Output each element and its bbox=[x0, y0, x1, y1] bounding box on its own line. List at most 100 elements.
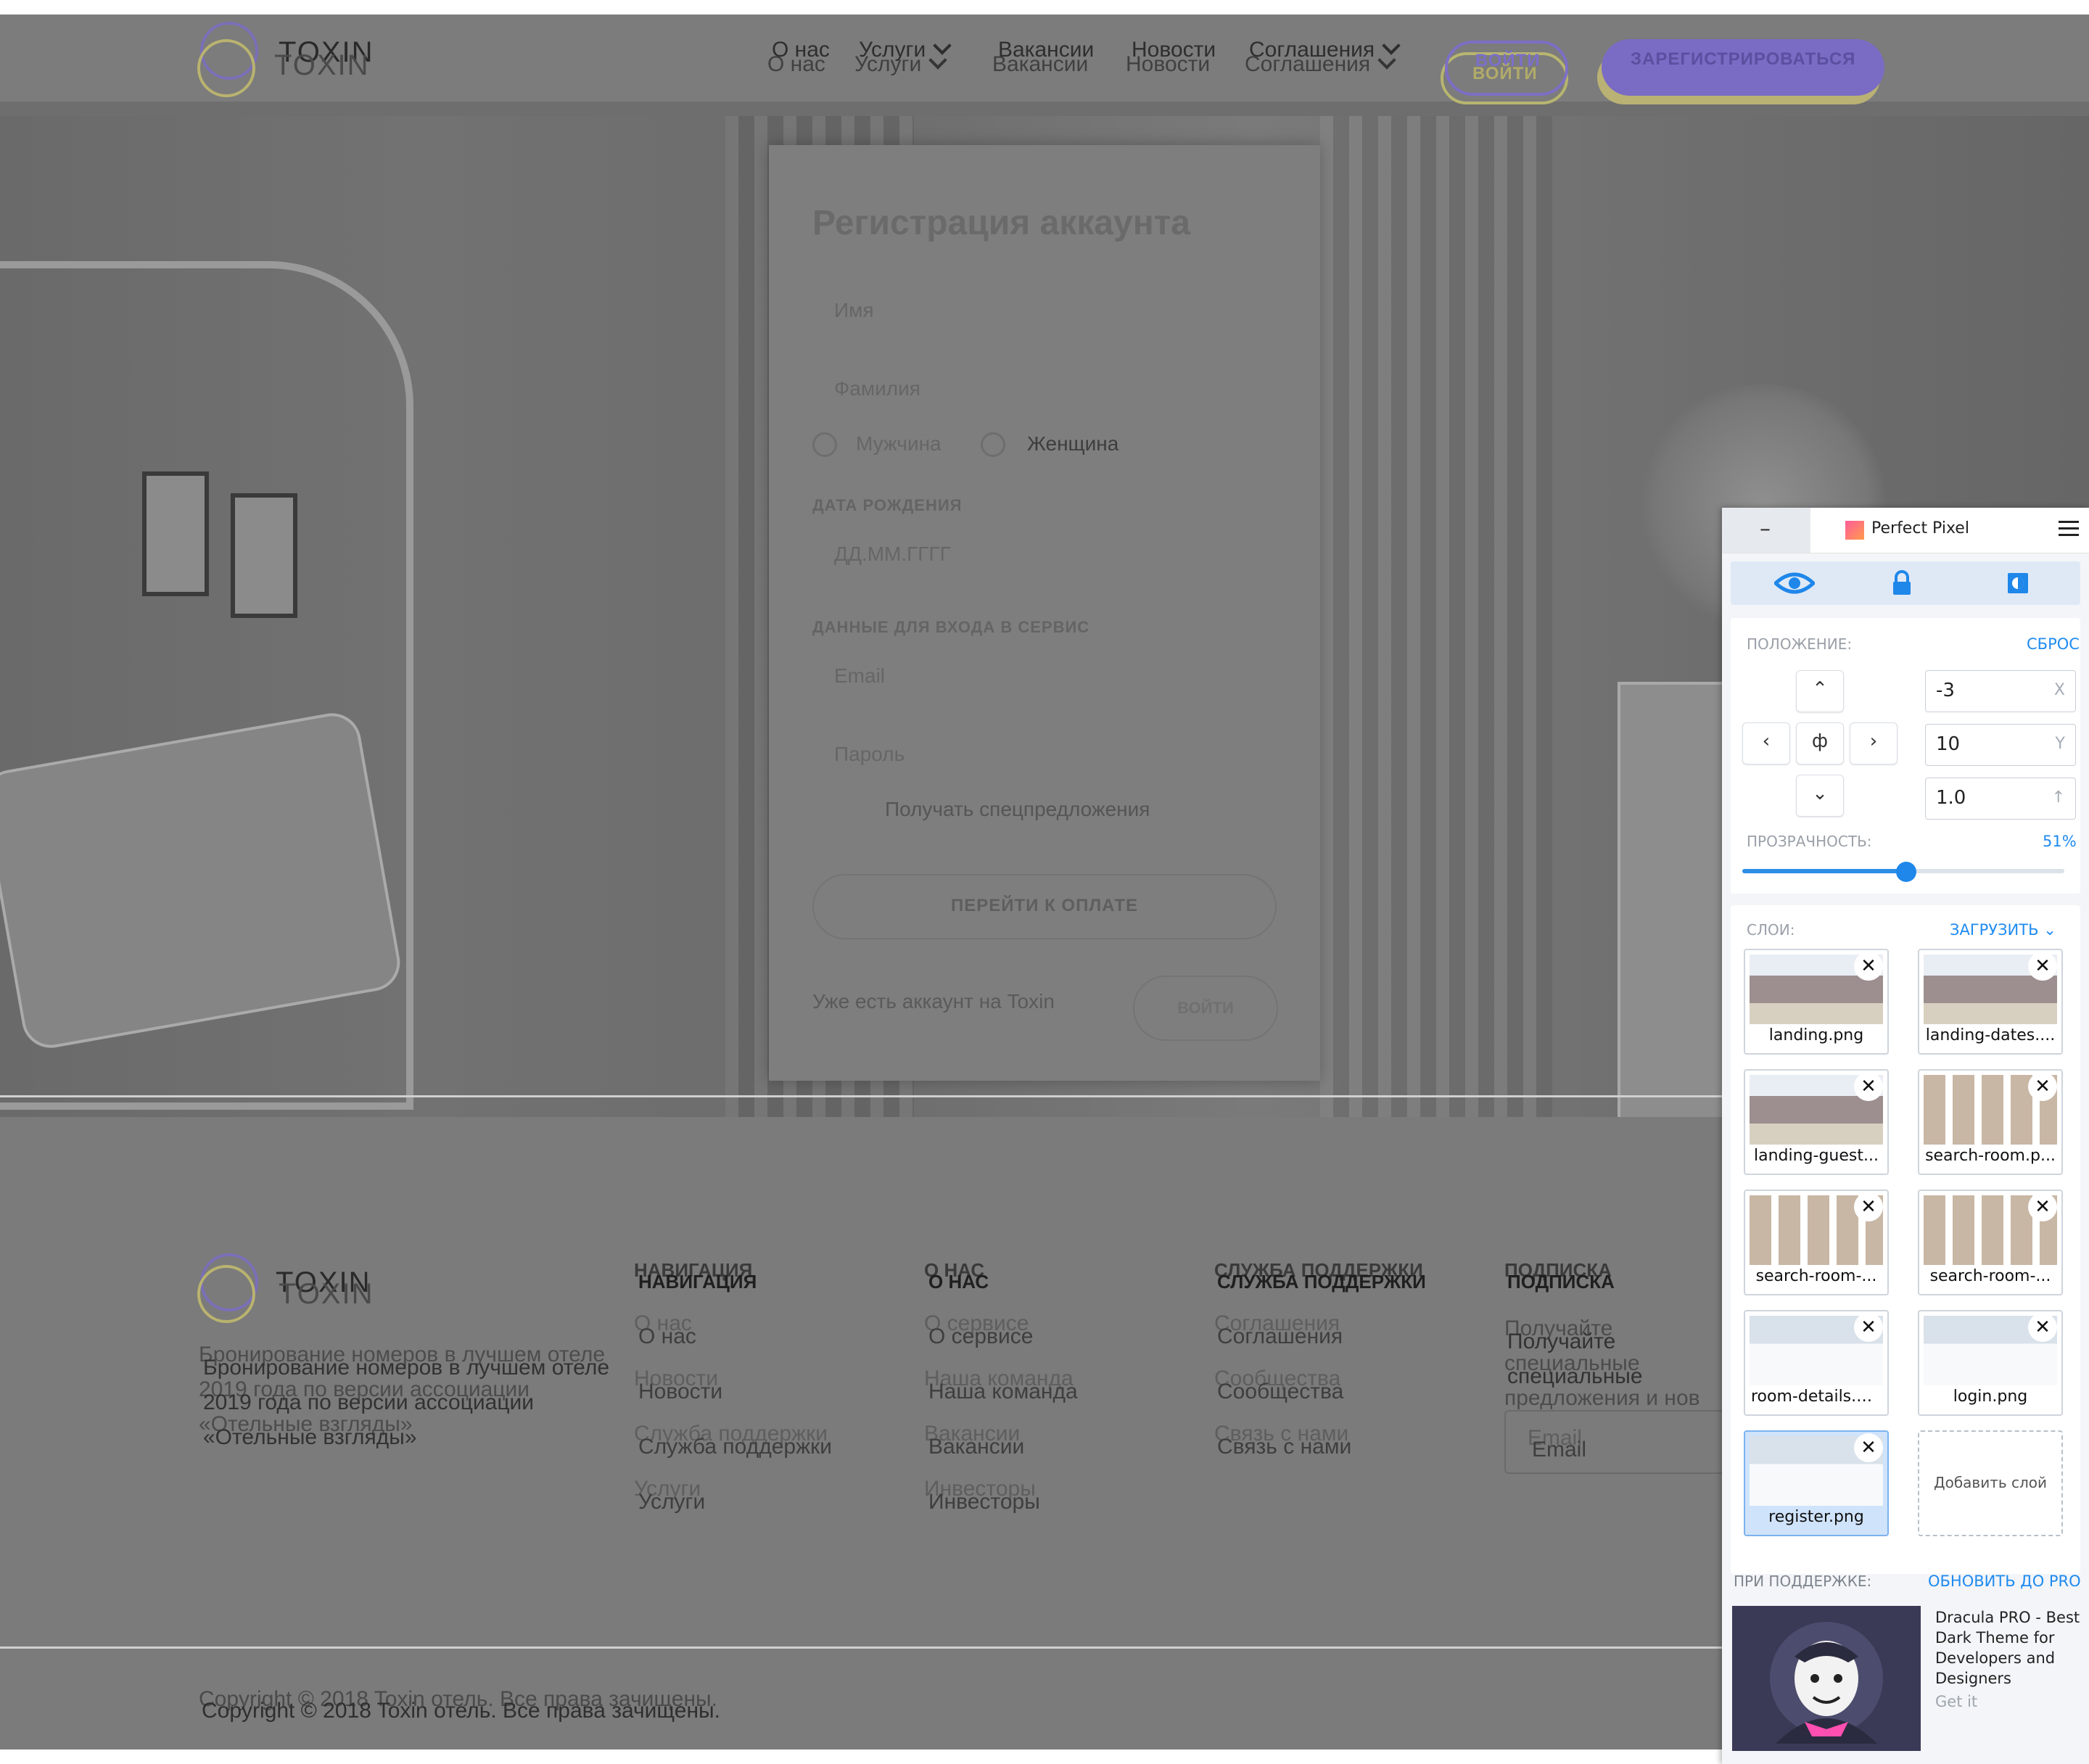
layer-card[interactable]: search-room-... ✕ bbox=[1918, 1190, 2063, 1295]
close-icon[interactable]: ✕ bbox=[1854, 1072, 1883, 1101]
layer-card-active[interactable]: register.png ✕ bbox=[1744, 1430, 1889, 1536]
chevron-down-icon bbox=[1377, 51, 1396, 70]
x-position-input[interactable]: -3 X bbox=[1925, 670, 2076, 712]
gender-female-label: Женщина bbox=[1027, 432, 1119, 455]
add-layer-button[interactable]: Добавить слой bbox=[1918, 1430, 2063, 1536]
footer-about-link[interactable]: О сервисе bbox=[928, 1324, 1033, 1349]
footer-nav-link[interactable]: О нас bbox=[638, 1324, 696, 1349]
top-strip bbox=[0, 0, 2089, 15]
wall-lamp-right bbox=[231, 493, 297, 618]
close-icon[interactable]: ✕ bbox=[2028, 952, 2057, 981]
nav-news-ghost: Новости bbox=[1126, 52, 1211, 76]
login-button-label-ghost: ВОЙТИ bbox=[1472, 64, 1538, 83]
pp-titlebar: – Perfect Pixel bbox=[1722, 508, 2089, 553]
site-header: TOXIN TOXIN О нас О нас Услуги Услуги Ва… bbox=[0, 15, 2089, 116]
footer-about-link[interactable]: Инвесторы bbox=[928, 1490, 1040, 1514]
upload-link[interactable]: ЗАГРУЗИТЬ ⌄ bbox=[1950, 921, 2056, 939]
y-value: 10 bbox=[1936, 733, 1961, 755]
close-icon[interactable]: ✕ bbox=[1854, 1313, 1883, 1342]
footer-support-link[interactable]: Сообщества bbox=[1217, 1380, 1343, 1404]
move-right-button[interactable]: › bbox=[1850, 722, 1898, 764]
opacity-label: ПРОЗРАЧНОСТЬ: bbox=[1747, 833, 1872, 850]
layer-card[interactable]: landing.png ✕ bbox=[1744, 949, 1889, 1055]
password-field[interactable]: Пароль bbox=[812, 727, 1277, 785]
dracula-icon bbox=[1770, 1622, 1883, 1744]
move-up-button[interactable]: ⌃ bbox=[1796, 670, 1844, 712]
move-left-button[interactable]: ‹ bbox=[1742, 722, 1790, 764]
move-down-button[interactable]: ⌄ bbox=[1796, 775, 1844, 817]
footer-about-link[interactable]: Наша команда bbox=[928, 1380, 1078, 1404]
add-layer-label: Добавить слой bbox=[1933, 1474, 2048, 1491]
sponsor-ad-image[interactable] bbox=[1732, 1606, 1921, 1751]
close-icon[interactable]: ✕ bbox=[2028, 1192, 2057, 1221]
login-section-label: ДАННЫЕ ДЛЯ ВХОДА В СЕРВИС bbox=[812, 618, 1090, 636]
card-login-button[interactable]: ВОЙТИ bbox=[1133, 976, 1278, 1041]
layer-card[interactable]: search-room-... ✕ bbox=[1744, 1190, 1889, 1295]
footer-support-link[interactable]: Соглашения bbox=[1217, 1324, 1343, 1349]
pp-minimize-button[interactable]: – bbox=[1722, 508, 1810, 553]
scale-value: 1.0 bbox=[1936, 787, 1966, 809]
copyright: Copyright © 2018 Toxin отель. Все права … bbox=[202, 1699, 720, 1723]
upload-label: ЗАГРУЗИТЬ bbox=[1950, 921, 2039, 939]
gender-female-radio[interactable] bbox=[981, 432, 1005, 457]
footer-nav-link[interactable]: Служба поддержки bbox=[638, 1435, 832, 1459]
nav-about-ghost: О нас bbox=[767, 52, 825, 76]
pp-brand: Perfect Pixel bbox=[1845, 519, 1969, 537]
layer-name: landing-guest... bbox=[1754, 1147, 1879, 1165]
sponsor-label: ПРИ ПОДДЕРЖКЕ: bbox=[1734, 1573, 1872, 1590]
footer-subscribe-text: Получайте специальные предложения и нов bbox=[1507, 1330, 1643, 1388]
close-icon[interactable]: ✕ bbox=[2028, 1072, 2057, 1101]
hamburger-menu-icon[interactable] bbox=[2059, 521, 2079, 538]
register-button[interactable]: ЗАРЕГИСТРИРОВАТЬСЯ ЗАРЕГИСТРИРОВАТЬСЯ bbox=[1602, 39, 1884, 96]
layer-card[interactable]: landing-guest... ✕ bbox=[1744, 1069, 1889, 1175]
sponsor-ad-cta[interactable]: Get it bbox=[1935, 1693, 1977, 1710]
chevron-down-icon bbox=[928, 51, 947, 70]
go-to-payment-button[interactable]: ПЕРЕЙТИ К ОПЛАТЕ bbox=[812, 874, 1277, 939]
close-icon[interactable]: ✕ bbox=[1854, 952, 1883, 981]
go-to-payment-label: ПЕРЕЙТИ К ОПЛАТЕ bbox=[951, 896, 1138, 915]
footer-nav-heading: НАВИГАЦИЯ bbox=[638, 1271, 757, 1293]
chevron-up-icon: ⌃ bbox=[1812, 678, 1828, 700]
layer-card[interactable]: login.png ✕ bbox=[1918, 1310, 2063, 1416]
nav-agreements-ghost: Соглашения bbox=[1245, 51, 1396, 77]
close-icon[interactable]: ✕ bbox=[2028, 1313, 2057, 1342]
footer-nav-link[interactable]: Услуги bbox=[638, 1490, 705, 1514]
nav-services-ghost-label: Услуги bbox=[854, 52, 922, 76]
layer-card[interactable]: room-details.p... ✕ bbox=[1744, 1310, 1889, 1416]
first-name-field[interactable]: Имя bbox=[812, 283, 1277, 341]
center-button[interactable]: ф bbox=[1796, 722, 1844, 764]
gender-male-label: Мужчина bbox=[856, 432, 942, 455]
close-icon[interactable]: ✕ bbox=[1854, 1433, 1883, 1462]
footer-nav-link[interactable]: Новости bbox=[638, 1380, 722, 1404]
birthdate-field[interactable]: ДД.ММ.ГГГГ bbox=[812, 527, 1277, 585]
close-icon[interactable]: ✕ bbox=[1854, 1192, 1883, 1221]
gender-male-radio[interactable] bbox=[812, 432, 837, 457]
footer-about-link[interactable]: Вакансии bbox=[928, 1435, 1024, 1459]
opacity-value: 51% bbox=[2043, 833, 2077, 850]
chevron-right-icon: › bbox=[1869, 730, 1878, 752]
x-unit: X bbox=[2053, 681, 2065, 699]
registration-card: Регистрация аккаунта Имя Фамилия Мужчина… bbox=[769, 145, 1320, 1081]
last-name-field[interactable]: Фамилия bbox=[812, 361, 1277, 419]
position-label: ПОЛОЖЕНИЕ: bbox=[1747, 635, 1853, 653]
email-field[interactable]: Email bbox=[812, 648, 1277, 706]
footer-email-input[interactable]: Email Email bbox=[1504, 1410, 1725, 1474]
layer-name: login.png bbox=[1953, 1388, 2028, 1406]
footer-support-link[interactable]: Связь с нами bbox=[1217, 1435, 1351, 1459]
upgrade-pro-link[interactable]: ОБНОВИТЬ ДО PRO bbox=[1928, 1573, 2081, 1590]
layer-card[interactable]: search-room.p... ✕ bbox=[1918, 1069, 2063, 1175]
layer-card[interactable]: landing-dates.... ✕ bbox=[1918, 949, 2063, 1055]
special-offers-label[interactable]: Получать спецпредложения bbox=[885, 798, 1150, 821]
eye-icon[interactable] bbox=[1774, 569, 1815, 598]
layer-name: landing.png bbox=[1768, 1026, 1864, 1044]
y-position-input[interactable]: 10 Y bbox=[1925, 724, 2076, 766]
login-button[interactable]: ВОЙТИ ВОЙТИ bbox=[1445, 41, 1568, 96]
footer-logo-icon-ghost bbox=[197, 1265, 255, 1323]
lock-icon[interactable] bbox=[1892, 569, 1912, 598]
footer-divider bbox=[0, 1646, 1726, 1649]
invert-icon[interactable] bbox=[2006, 569, 2030, 598]
reset-link[interactable]: СБРОС bbox=[2027, 635, 2080, 653]
scale-input[interactable]: 1.0 ↑ bbox=[1925, 778, 2076, 820]
sponsor-ad-title[interactable]: Dracula PRO - Best Dark Theme for Develo… bbox=[1935, 1607, 2080, 1689]
opacity-slider-handle[interactable] bbox=[1896, 862, 1917, 882]
